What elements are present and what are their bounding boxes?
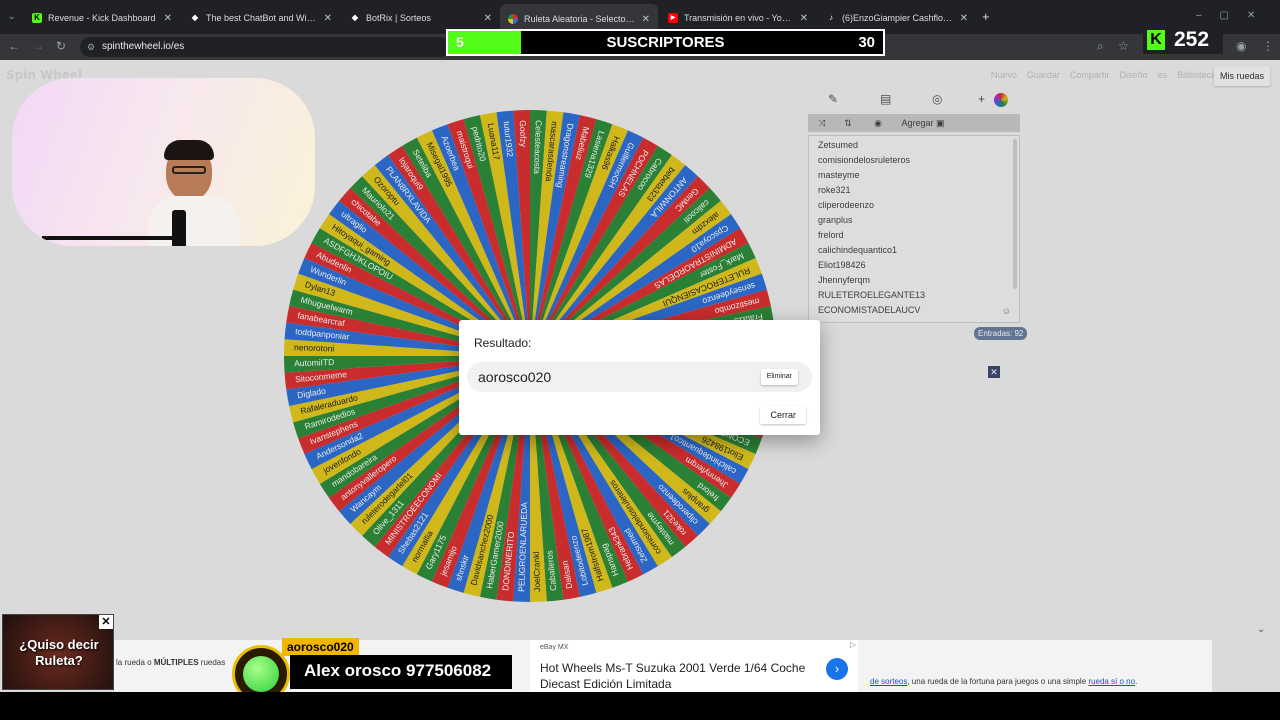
dialog-title: Resultado:: [474, 336, 532, 350]
tab-label: (6)EnzoGiampier Cashflow (@e: [842, 13, 954, 23]
bookmark-star-icon[interactable]: ☆: [1118, 39, 1129, 53]
footer-text-right: de sorteos, una rueda de la fortuna para…: [870, 677, 1137, 686]
close-icon[interactable]: ✕: [960, 13, 968, 24]
kick-icon: K: [1147, 30, 1165, 50]
delete-button[interactable]: Eliminar: [760, 369, 798, 385]
wheel-icon: [508, 14, 518, 24]
tab-label: Revenue - Kick Dashboard: [48, 13, 156, 23]
ad-source: eBay MX: [540, 644, 569, 651]
avatar-image: [243, 656, 279, 692]
kick-follower-counter: K 252: [1143, 28, 1223, 54]
close-icon[interactable]: ✕: [324, 13, 332, 24]
footer-text-part: , una rueda de la fortuna para juegos o …: [907, 677, 1089, 686]
ad-title[interactable]: Hot Wheels Ms-T Suzuka 2001 Verde 1/64 C…: [540, 660, 815, 692]
close-button[interactable]: Cerrar: [760, 406, 806, 424]
footer-text-bold: MÚLTIPLES: [153, 658, 199, 667]
address-bar[interactable]: ⚙ spinthewheel.io/es: [80, 37, 450, 57]
zoom-icon[interactable]: ⌕: [1097, 39, 1104, 54]
tab-label: Ruleta Aleatoria - Selector Pers: [524, 14, 636, 24]
chevron-down-icon[interactable]: ⌄: [1257, 624, 1265, 635]
tab-search-menu-icon[interactable]: ⌄: [8, 11, 16, 22]
tab-youtube[interactable]: ▶ Transmisión en vivo - YouTube ✕: [660, 6, 816, 30]
profile-icon[interactable]: ◉: [1236, 39, 1246, 53]
mic-arm: [42, 236, 174, 240]
raffle-wheel-link[interactable]: de sorteos: [870, 677, 907, 686]
subscriber-goal-bar: SUSCRIPTORES 5 30: [446, 29, 885, 56]
promo-card: ¿Quiso decir Ruleta? ✕: [2, 614, 114, 690]
taskbar: [0, 692, 1280, 720]
chat-message: Alex orosco 977506082: [290, 655, 512, 689]
streamer-figure: [144, 140, 244, 246]
new-tab-button[interactable]: +: [982, 9, 990, 24]
subscriber-goal: 30: [858, 34, 875, 51]
subscriber-goal-label: SUSCRIPTORES: [606, 34, 725, 51]
subscriber-current: 5: [456, 34, 464, 50]
yes-no-wheel-link[interactable]: rueda sí o no: [1088, 677, 1135, 686]
tab-label: Transmisión en vivo - YouTube: [684, 13, 794, 23]
tab-label: The best ChatBot and Widgets: [206, 13, 318, 23]
chevron-right-icon[interactable]: ›: [826, 658, 848, 680]
window-controls: –▢✕: [1196, 10, 1274, 21]
back-arrow-icon[interactable]: ←: [8, 39, 20, 53]
ad-info-icon[interactable]: ▷: [850, 640, 856, 649]
diamond-icon: ◆: [351, 13, 359, 22]
kick-icon: K: [32, 13, 42, 23]
tab-tiktok[interactable]: ♪ (6)EnzoGiampier Cashflow (@e ✕: [818, 6, 976, 30]
close-icon[interactable]: ✕: [800, 13, 808, 24]
reload-icon[interactable]: ↻: [56, 39, 66, 53]
diamond-icon: ◆: [191, 13, 199, 22]
youtube-icon: ▶: [668, 13, 678, 23]
site-info-icon[interactable]: ⚙: [87, 37, 95, 57]
footer-text-left: la rueda o MÚLTIPLES ruedas: [116, 658, 225, 667]
footer-text-part: .: [1135, 677, 1138, 686]
close-icon[interactable]: ✕: [164, 13, 172, 24]
menu-dots-icon[interactable]: ⋮: [1262, 39, 1274, 53]
forward-arrow-icon[interactable]: →: [32, 39, 44, 53]
close-icon[interactable]: ✕: [484, 13, 492, 24]
tab-chatbot[interactable]: ◆ The best ChatBot and Widgets ✕: [182, 6, 340, 30]
result-value: aorosco020: [478, 369, 552, 385]
tab-botrix[interactable]: ◆ BotRix | Sorteos ✕: [342, 6, 500, 30]
webcam-overlay: [12, 78, 315, 246]
result-row: aorosco020 Eliminar: [467, 362, 812, 392]
footer-text-part: ruedas: [198, 658, 226, 667]
result-dialog: Resultado: aorosco020 Eliminar Cerrar: [459, 320, 820, 435]
tiktok-icon: ♪: [829, 13, 833, 22]
ad-banner[interactable]: eBay MX Hot Wheels Ms-T Suzuka 2001 Verd…: [530, 640, 858, 692]
promo-text: ¿Quiso decir Ruleta?: [19, 637, 99, 668]
close-icon[interactable]: ✕: [99, 615, 113, 629]
tab-kick-dashboard[interactable]: K Revenue - Kick Dashboard ✕: [24, 6, 180, 30]
close-icon[interactable]: ✕: [642, 14, 650, 25]
url-text: spinthewheel.io/es: [102, 41, 185, 52]
footer-text-part: la rueda o: [116, 658, 154, 667]
kick-follower-count: 252: [1174, 28, 1210, 51]
tab-label: BotRix | Sorteos: [366, 13, 431, 23]
chat-username: aorosco020: [282, 638, 359, 656]
